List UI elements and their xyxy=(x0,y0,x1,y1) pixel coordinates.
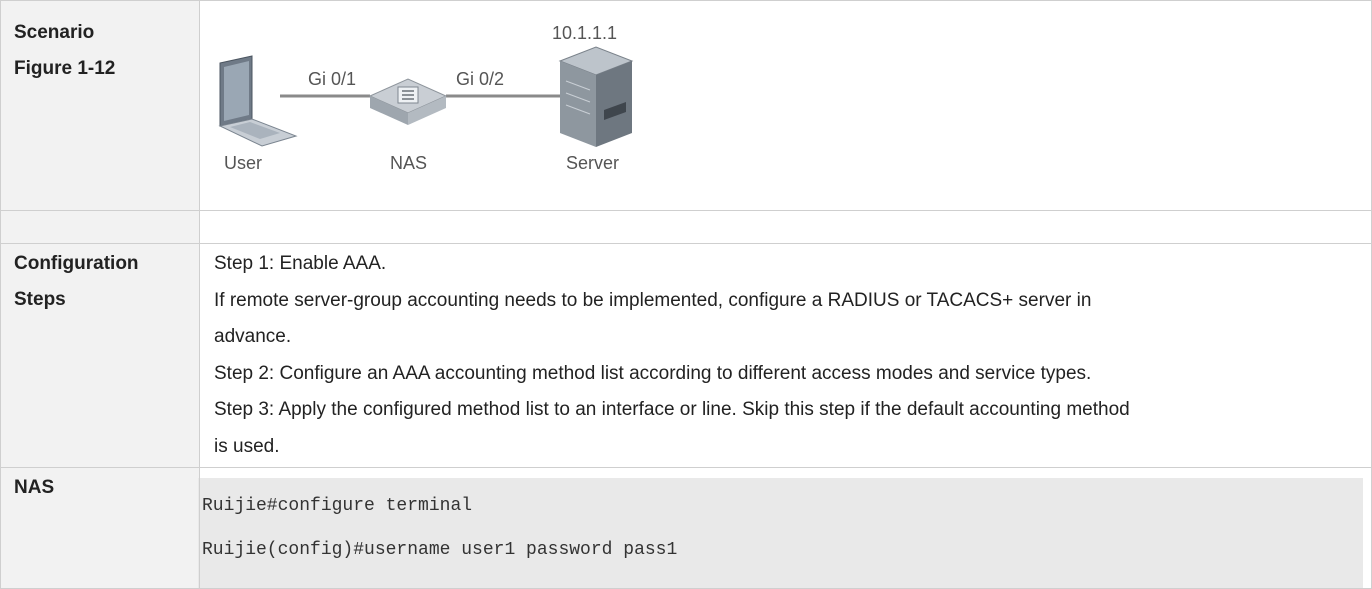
configuration-steps-row: Configuration Steps Step 1: Enable AAA. … xyxy=(0,243,1372,468)
step-line: Step 1: Enable AAA. xyxy=(214,253,387,274)
code-block: Ruijie#configure terminal Ruijie(config)… xyxy=(198,478,1363,588)
code-line: Ruijie#configure terminal xyxy=(202,496,473,516)
scenario-row: Scenario Figure 1-12 10.1.1.1 Gi 0/1 Gi … xyxy=(0,0,1372,211)
laptop-icon xyxy=(218,55,298,147)
steps-content-cell: Step 1: Enable AAA. If remote server-gro… xyxy=(199,243,1372,468)
step-line: Step 2: Configure an AAA accounting meth… xyxy=(214,362,1092,384)
network-diagram: 10.1.1.1 Gi 0/1 Gi 0/2 User NAS Server xyxy=(200,1,660,210)
step-line: advance. xyxy=(214,326,292,347)
step-line: Step 3: Apply the configured method list… xyxy=(214,399,1130,420)
nas-label: NAS xyxy=(390,153,428,173)
empty-content-cell xyxy=(199,210,1372,244)
config-table: Scenario Figure 1-12 10.1.1.1 Gi 0/1 Gi … xyxy=(0,0,1372,589)
nas-row: NAS Ruijie#configure terminal Ruijie(con… xyxy=(0,467,1372,589)
empty-label-cell xyxy=(0,210,200,244)
figure-number-label: Figure 1-12 xyxy=(14,58,116,79)
nas-row-label: NAS xyxy=(14,477,55,498)
server-icon xyxy=(558,46,634,147)
scenario-label-cell: Scenario Figure 1-12 xyxy=(0,0,200,211)
nas-label-cell: NAS xyxy=(0,467,200,589)
server-ip-label: 10.1.1.1 xyxy=(552,23,618,43)
steps-label-cell: Configuration Steps xyxy=(0,243,200,468)
port-gi02-label: Gi 0/2 xyxy=(456,69,505,89)
code-line: Ruijie(config)#username user1 password p… xyxy=(202,540,678,560)
switch-icon xyxy=(368,78,448,125)
port-gi01-label: Gi 0/1 xyxy=(308,69,357,89)
server-label: Server xyxy=(566,153,620,173)
nas-code-cell: Ruijie#configure terminal Ruijie(config)… xyxy=(198,467,1372,589)
steps-label: Steps xyxy=(14,289,66,310)
step-line: is used. xyxy=(214,435,280,457)
configuration-label: Configuration xyxy=(14,253,139,274)
step-line: If remote server-group accounting needs … xyxy=(214,289,1092,311)
empty-row xyxy=(0,210,1372,244)
scenario-label: Scenario xyxy=(14,22,95,43)
scenario-figure-cell: 10.1.1.1 Gi 0/1 Gi 0/2 User NAS Server xyxy=(199,0,1372,211)
user-label: User xyxy=(224,153,263,173)
